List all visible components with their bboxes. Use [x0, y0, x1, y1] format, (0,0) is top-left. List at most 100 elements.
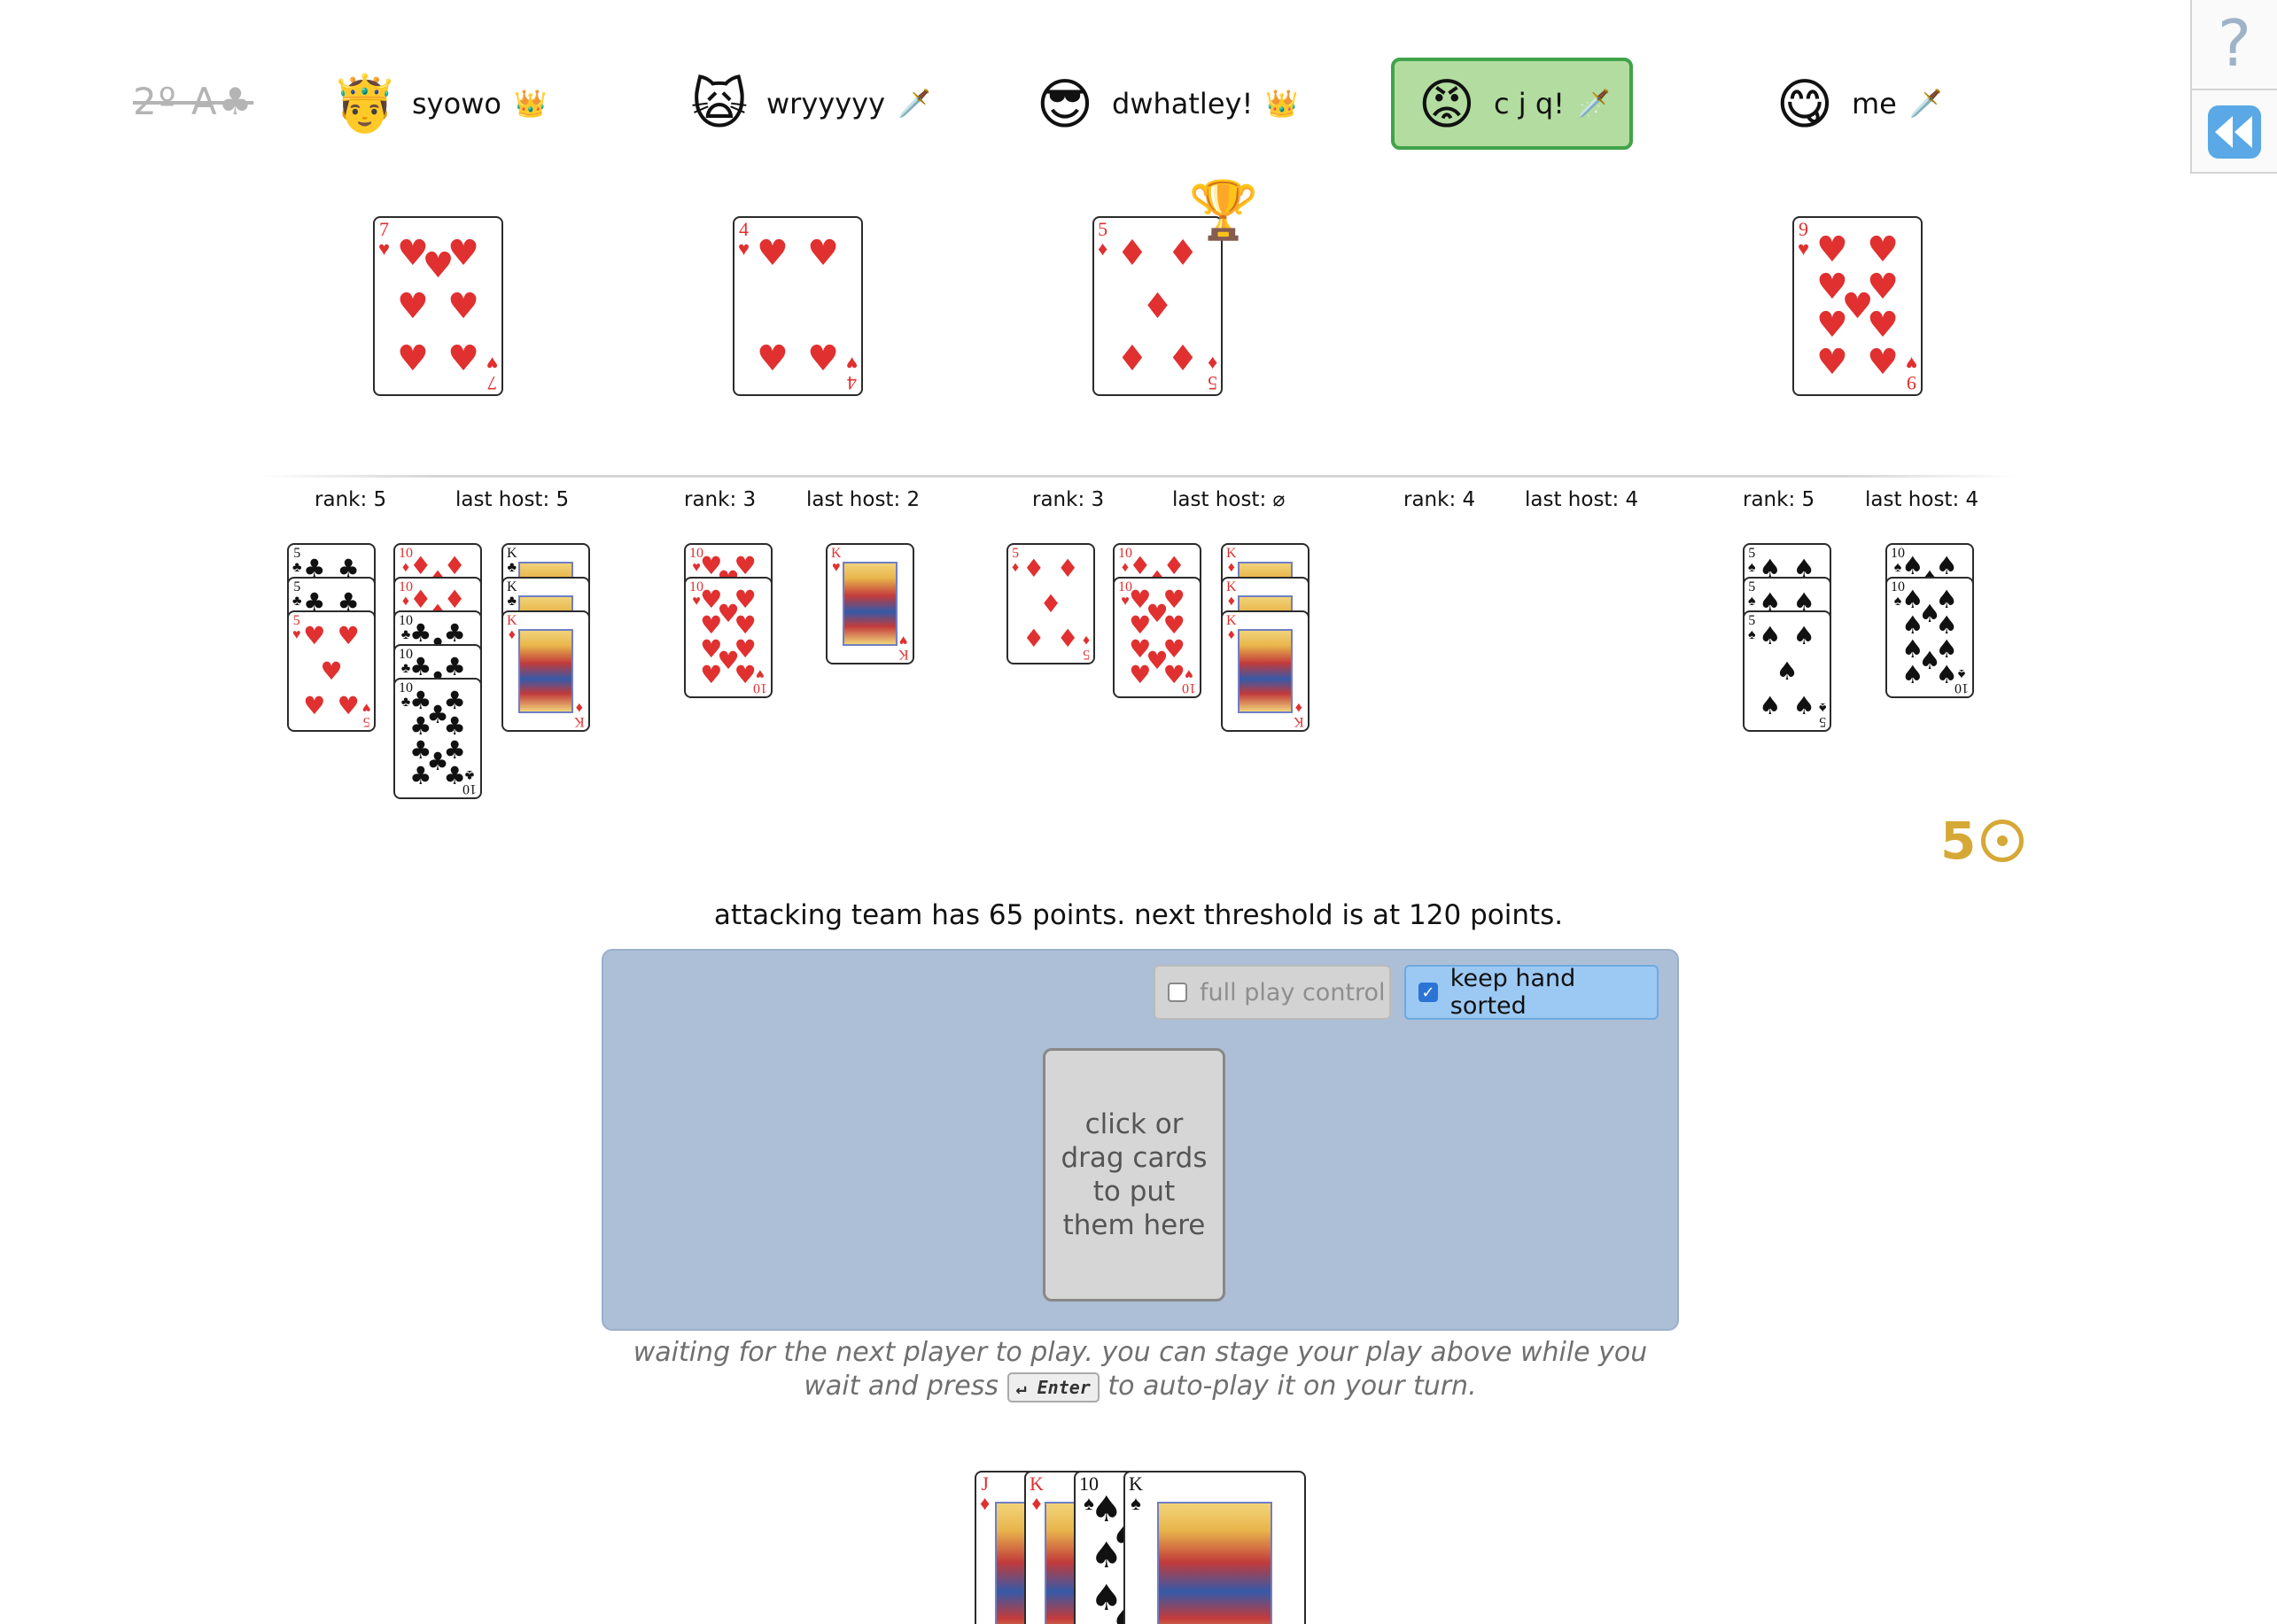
- player-4[interactable]: 😡 c j q! 🗡️: [1391, 58, 1634, 150]
- card-corner: 5 ♦: [1207, 353, 1217, 394]
- rank-label: rank: 5: [1743, 488, 1815, 511]
- point-card: 10♥10♥♥♥♥♥♥♥♥♥♥♥: [684, 577, 773, 698]
- last-host-label: last host: 4: [1525, 488, 1639, 511]
- player-2[interactable]: 🙀 wryyyyy 🗡️: [687, 58, 931, 150]
- trick-count: 5: [1940, 811, 1977, 871]
- hand-card[interactable]: K♠K♠: [1123, 1471, 1306, 1624]
- full-play-control-checkbox[interactable]: [1168, 983, 1187, 1002]
- card-corner: K♣: [507, 546, 517, 575]
- suit-pip: ♦: [1115, 338, 1148, 380]
- card-corner: 7 ♥: [486, 353, 498, 394]
- card-corner: 5♠: [1748, 579, 1756, 609]
- player-name: me: [1852, 87, 1897, 120]
- suit-pip: ♦: [1167, 338, 1200, 380]
- rank-label: rank: 5: [315, 488, 387, 511]
- card-corner: 5 ♦: [1012, 546, 1020, 575]
- knife-icon: 🗡️: [898, 88, 931, 120]
- suit-pip: ♥: [734, 660, 757, 690]
- suit-pip: ♥: [807, 232, 840, 274]
- rewind-icon: [2208, 105, 2261, 159]
- suit-pip: ♦: [1056, 624, 1079, 654]
- suit-pip: ♥: [447, 285, 480, 327]
- suit-pip: ♠: [1759, 691, 1782, 721]
- crown-icon: 👑: [1265, 88, 1299, 120]
- suit-pip: ♥: [422, 245, 455, 286]
- suit-pip: ♦: [1115, 232, 1148, 274]
- waiting-message: waiting for the next player to play. you…: [602, 1336, 1679, 1403]
- knife-icon: 🗡️: [1576, 88, 1611, 120]
- suit-pip: ♥: [756, 338, 789, 380]
- card-corner: K ♠: [1129, 1472, 1143, 1514]
- player-avatar-icon: 🤴: [330, 71, 400, 136]
- full-play-control-label: full play control: [1200, 978, 1386, 1006]
- suit-pip: ♠: [1759, 620, 1782, 650]
- divider: [257, 475, 2020, 478]
- rank-label: rank: 3: [1032, 488, 1105, 511]
- suit-pip: ♥: [303, 691, 326, 721]
- trick-card: 7 ♥ 7 ♥ ♥ ♥ ♥ ♥ ♥ ♥ ♥: [373, 216, 503, 396]
- card-corner: 4 ♥: [738, 218, 750, 260]
- point-card: 5♠5♠♠♠♠♠♠: [1743, 610, 1831, 732]
- card-corner: 5♣: [292, 579, 302, 609]
- face-card-art: [518, 628, 573, 714]
- player-5[interactable]: 😋 me 🗡️: [1772, 58, 1943, 150]
- card-corner: K ♥: [831, 546, 842, 575]
- suit-pip: ♠: [1792, 691, 1815, 721]
- suit-pip: ♠: [1935, 660, 1958, 690]
- card-corner: K♦: [507, 613, 517, 642]
- suit-pip: ♥: [1815, 305, 1848, 346]
- suit-pip: ♥: [1867, 229, 1900, 270]
- suit-pip: ♦: [1022, 624, 1045, 654]
- suit-pip: ♥: [1867, 305, 1900, 346]
- suit-pip: ♥: [807, 338, 840, 380]
- player-3[interactable]: 😎 dwhatley! 👑: [1032, 58, 1299, 150]
- card-drop-slot[interactable]: click or drag cards to put them here: [1043, 1048, 1225, 1302]
- card-corner: K♦: [1226, 613, 1237, 642]
- point-card: 10♣10♣♣♣♣♣♣♣♣♣♣♣: [393, 678, 482, 799]
- player-1[interactable]: 🤴 syowo 👑: [330, 58, 547, 150]
- full-play-control-toggle[interactable]: full play control: [1154, 965, 1391, 1020]
- last-host-label: last host: 4: [1865, 488, 1979, 511]
- suit-pip: ♥: [1162, 660, 1185, 690]
- suit-pip: ♦: [1056, 553, 1079, 583]
- suit-pip: ♥: [1867, 342, 1900, 384]
- suit-pip: ♥: [756, 232, 789, 274]
- card-corner: K♦: [1226, 579, 1237, 609]
- face-card-art: [1238, 628, 1293, 714]
- keep-hand-sorted-checkbox[interactable]: ✓: [1418, 983, 1438, 1002]
- suit-pip: ♥: [1815, 229, 1848, 270]
- face-card-art: [843, 561, 898, 647]
- last-host-label: last host: 2: [806, 488, 921, 511]
- player-avatar-icon: 😡: [1418, 71, 1476, 136]
- suit-pip: ♥: [447, 338, 480, 380]
- trump-indicator: 2º A♣: [133, 80, 254, 123]
- suit-pip: ♠: [1792, 620, 1815, 650]
- card-corner: 5♠: [1748, 613, 1756, 642]
- points-status: attacking team has 65 points. next thres…: [713, 899, 1564, 931]
- suit-pip: ♥: [396, 285, 429, 327]
- card-corner: K♣: [507, 579, 517, 609]
- face-card-art: [1157, 1502, 1272, 1624]
- point-card: 5 ♦ 5 ♦ ♦ ♦ ♦ ♦ ♦: [1006, 543, 1095, 664]
- rewind-button[interactable]: [2192, 89, 2277, 174]
- player-name: c j q!: [1494, 87, 1565, 120]
- card-corner: 4 ♥: [845, 353, 858, 394]
- suit-pip: ♠: [1901, 660, 1924, 690]
- card-corner: K ♥: [898, 633, 909, 662]
- suit-pip: ♥: [1129, 660, 1152, 690]
- point-card: 10♠10♠♠♠♠♠♠♠♠♠♠♠: [1885, 577, 1974, 698]
- player-avatar-icon: 🙀: [690, 71, 749, 136]
- point-card: 10♥10♥♥♥♥♥♥♥♥♥♥♥: [1113, 577, 1201, 698]
- card-corner: J ♦: [980, 1472, 991, 1514]
- player-name: syowo: [412, 87, 501, 120]
- target-icon: [1981, 820, 2024, 862]
- suit-pip: ♥: [303, 620, 326, 650]
- play-staging-area[interactable]: full play control ✓ keep hand sorted cli…: [602, 949, 1679, 1331]
- card-corner: 5 ♥: [361, 700, 371, 729]
- suit-pip: ♥: [700, 660, 723, 690]
- keep-hand-sorted-toggle[interactable]: ✓ keep hand sorted: [1404, 965, 1659, 1020]
- card-corner: K♦: [1294, 700, 1304, 729]
- help-button[interactable]: ?: [2192, 0, 2277, 87]
- drop-slot-hint: click or drag cards to put them here: [1061, 1108, 1208, 1241]
- suit-pip: ♥: [337, 620, 360, 650]
